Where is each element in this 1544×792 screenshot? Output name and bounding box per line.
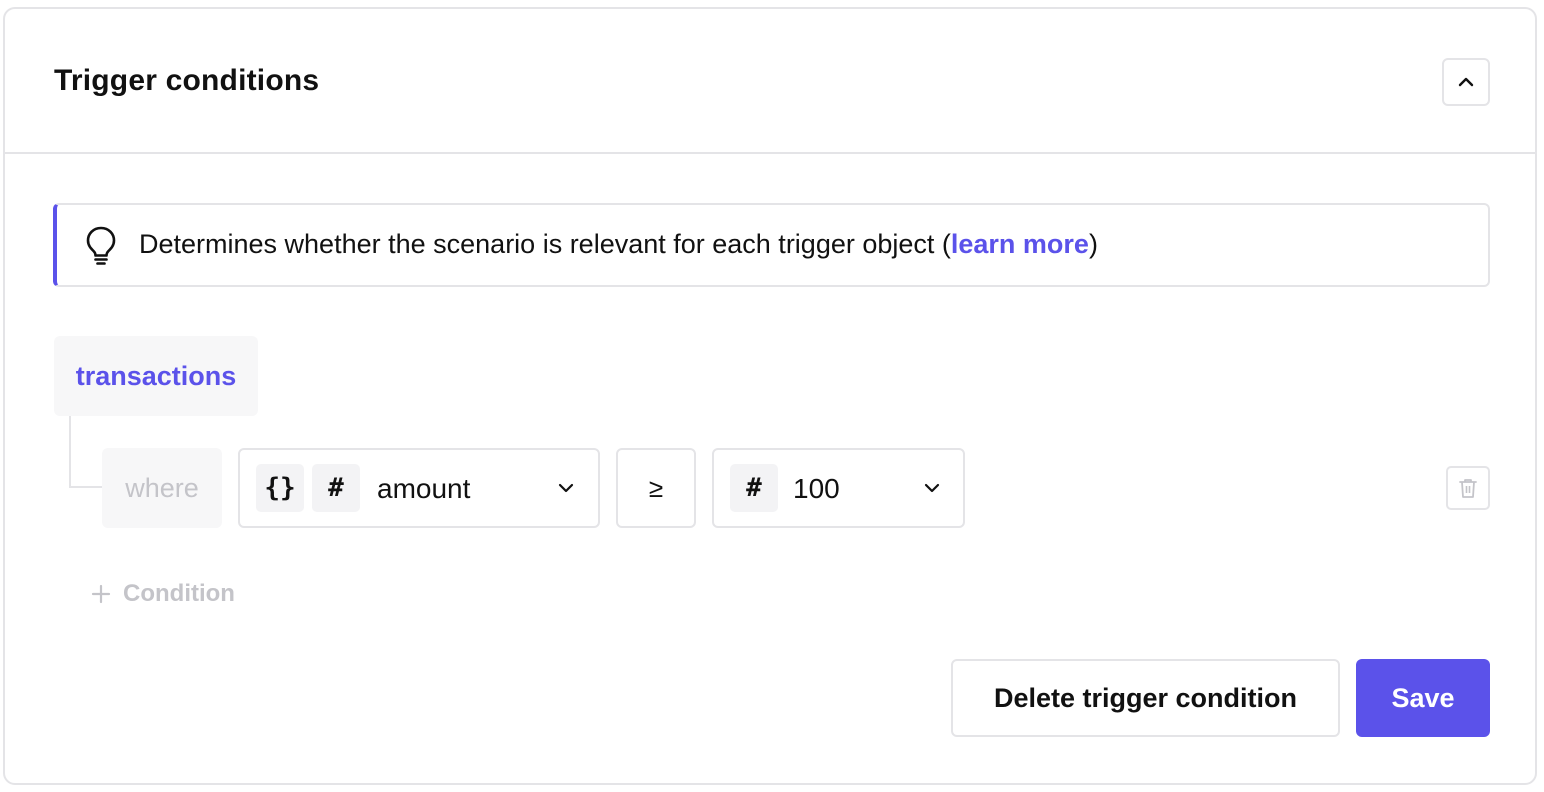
info-text-before: Determines whether the scenario is relev…	[139, 229, 951, 259]
lightbulb-icon	[86, 226, 116, 265]
add-condition-label: Condition	[123, 580, 235, 607]
trash-icon	[1459, 479, 1477, 498]
value-label: 100	[793, 473, 840, 504]
number-type-badge: #	[730, 464, 778, 512]
field-select[interactable]: {} # amount	[238, 448, 600, 528]
tree-connector	[69, 416, 105, 488]
info-text: Determines whether the scenario is relev…	[139, 229, 1098, 260]
add-condition-button[interactable]: Condition	[91, 578, 235, 610]
collapse-button[interactable]	[1442, 58, 1490, 106]
where-label: where	[102, 448, 222, 528]
info-text-after: )	[1088, 229, 1098, 259]
info-callout: Determines whether the scenario is relev…	[53, 203, 1490, 287]
chevron-down-icon	[924, 483, 940, 493]
delete-condition-button[interactable]	[1446, 466, 1490, 510]
plus-icon	[91, 584, 111, 604]
delete-trigger-condition-button[interactable]: Delete trigger condition	[951, 659, 1340, 737]
card-header: Trigger conditions	[5, 9, 1535, 154]
operator-select[interactable]: ≥	[616, 448, 696, 528]
chevron-down-icon	[558, 483, 574, 493]
save-button[interactable]: Save	[1356, 659, 1490, 737]
number-type-badge: #	[312, 464, 360, 512]
value-select[interactable]: # 100	[712, 448, 965, 528]
card-title: Trigger conditions	[54, 64, 320, 97]
trigger-conditions-card: Trigger conditions Determines whether th…	[3, 7, 1537, 785]
object-type-badge: {}	[256, 464, 304, 512]
trigger-object-chip[interactable]: transactions	[54, 336, 258, 416]
field-label: amount	[377, 473, 471, 504]
chevron-up-icon	[1458, 77, 1474, 87]
learn-more-link[interactable]: learn more	[951, 229, 1089, 259]
